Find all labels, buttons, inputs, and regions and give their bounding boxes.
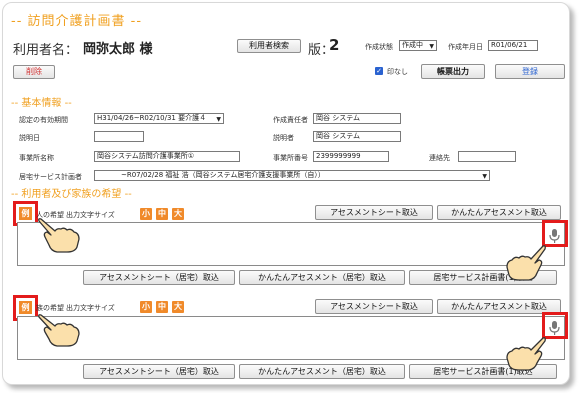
status-label: 作成状態 (365, 43, 393, 51)
size-large-button[interactable]: 大 (172, 301, 184, 313)
version-number: 2 (329, 36, 340, 54)
created-date-label: 作成年月日 (448, 43, 483, 51)
office-name-label: 事業所名称 (19, 154, 54, 162)
page-title: -- 訪問介護計画書 -- (11, 14, 143, 29)
office-number-input[interactable]: 2399999999 (313, 151, 389, 162)
wishes-section-title: -- 利用者及び家族の希望 -- (11, 189, 132, 200)
delete-button[interactable]: 削除 (13, 65, 55, 79)
print-output-button[interactable]: 帳票出力 (421, 64, 485, 79)
size-small-button[interactable]: 小 (140, 301, 152, 313)
contact-label: 連絡先 (429, 154, 450, 162)
user-wish-textarea[interactable] (17, 222, 565, 266)
contact-input[interactable] (458, 151, 516, 162)
status-value: 作成中 (402, 41, 423, 49)
user-name: 岡弥太郎 様 (83, 42, 153, 57)
basic-info-section-title: -- 基本情報 -- (11, 98, 72, 109)
print-checkbox[interactable]: ✓ (375, 67, 383, 75)
assessment-home-import-button[interactable]: アセスメントシート（居宅）取込 (83, 364, 235, 379)
office-number-label: 事業所番号 (273, 154, 308, 162)
explainer-input[interactable]: 岡谷 システム (313, 131, 401, 142)
easy-assessment-home-import-button[interactable]: かんたんアセスメント（居宅）取込 (239, 270, 405, 285)
cert-period-value: H31/04/26~R02/10/31 要介護４ (97, 114, 207, 122)
office-name-input[interactable]: 岡谷システム訪問介護事業所① (94, 151, 240, 162)
easy-assessment-home-import-button[interactable]: かんたんアセスメント（居宅）取込 (239, 364, 405, 379)
chevron-down-icon: ▼ (482, 173, 487, 180)
cert-period-label: 認定の有効期間 (19, 116, 68, 124)
family-wish-textarea[interactable] (17, 316, 565, 360)
care-plan-value: ~R07/02/28 福祉 浩（岡谷システム居宅介護支援事業所（自）） (121, 171, 325, 179)
status-select[interactable]: 作成中 ▼ (399, 40, 437, 51)
care-plan-select[interactable]: ~R07/02/28 福祉 浩（岡谷システム居宅介護支援事業所（自）） ▼ (94, 170, 490, 181)
size-medium-button[interactable]: 中 (156, 208, 168, 220)
search-user-button[interactable]: 利用者検索 (237, 39, 301, 53)
created-date-input[interactable]: R01/06/21 (488, 40, 538, 51)
user-name-label: 利用者名： (13, 43, 79, 58)
chevron-down-icon: ▼ (216, 116, 221, 123)
explain-date-label: 説明日 (19, 134, 40, 142)
size-small-button[interactable]: 小 (140, 208, 152, 220)
care-plan-label: 居宅サービス計画者 (19, 173, 82, 181)
pointing-hand-icon (503, 243, 547, 283)
pointing-hand-icon (503, 335, 547, 373)
explain-date-input[interactable] (94, 131, 144, 142)
assessment-import-button[interactable]: アセスメントシート取込 (315, 299, 433, 314)
chevron-down-icon: ▼ (429, 43, 434, 50)
easy-assessment-import-button[interactable]: かんたんアセスメント取込 (437, 205, 561, 220)
register-button[interactable]: 登録 (495, 64, 565, 79)
author-input[interactable]: 岡谷 システム (313, 113, 401, 124)
cert-period-select[interactable]: H31/04/26~R02/10/31 要介護４ ▼ (94, 113, 224, 124)
window-frame: -- 訪問介護計画書 -- 利用者名： 岡弥太郎 様 利用者検索 版： 2 作成… (2, 2, 570, 385)
author-label: 作成責任者 (273, 116, 308, 124)
size-large-button[interactable]: 大 (172, 208, 184, 220)
assessment-home-import-button[interactable]: アセスメントシート（居宅）取込 (83, 270, 235, 285)
explainer-label: 説明者 (273, 134, 294, 142)
pointing-hand-icon (37, 215, 83, 255)
pointing-hand-icon (37, 311, 83, 349)
size-medium-button[interactable]: 中 (156, 301, 168, 313)
print-checkbox-label: 印なし (387, 68, 408, 76)
assessment-import-button[interactable]: アセスメントシート取込 (315, 205, 433, 220)
